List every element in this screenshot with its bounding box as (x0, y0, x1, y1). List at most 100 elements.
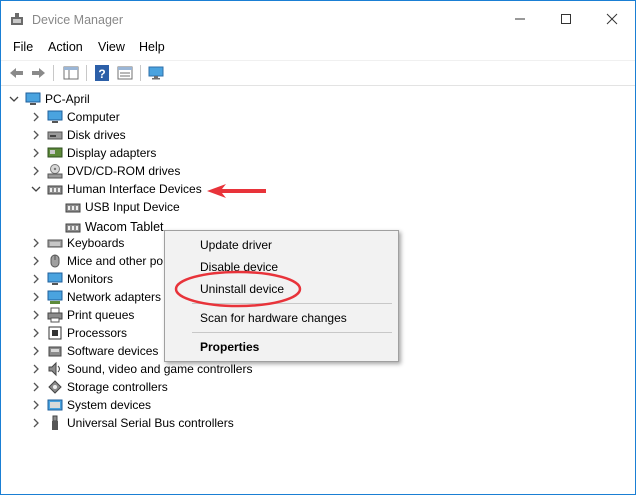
usb-icon (52, 415, 58, 430)
tree-item-label: Monitors (67, 272, 114, 286)
tree-item-disk-drives[interactable]: Disk drives (31, 126, 126, 144)
hid-icon (47, 185, 63, 195)
tree-item-software-devices[interactable]: Software devices (31, 342, 158, 360)
title-bar: Device Manager (1, 1, 635, 37)
context-menu-scan-hardware[interactable]: Scan for hardware changes (200, 311, 347, 325)
chevron-right-icon[interactable] (31, 382, 41, 392)
tree-root[interactable]: PC-April (9, 90, 90, 108)
chevron-down-icon[interactable] (9, 94, 19, 104)
device-manager-window: Device Manager File Action View Help ? P… (0, 0, 636, 495)
chevron-right-icon[interactable] (31, 418, 41, 428)
chevron-right-icon[interactable] (31, 310, 41, 320)
system-device-icon (47, 399, 63, 411)
display-adapter-icon (47, 147, 63, 158)
tree-item-computer[interactable]: Computer (31, 108, 120, 126)
dvd-drive-icon (47, 164, 63, 179)
tree-item-print-queues[interactable]: Print queues (31, 306, 134, 324)
chevron-right-icon[interactable] (31, 364, 41, 374)
tree-item-label: Processors (67, 326, 128, 340)
tree-root-label: PC-April (45, 92, 90, 106)
back-arrow-icon[interactable] (8, 64, 26, 82)
tree-item-sound-video-game[interactable]: Sound, video and game controllers (31, 360, 252, 378)
chevron-right-icon[interactable] (31, 256, 41, 266)
chevron-right-icon[interactable] (31, 328, 41, 338)
menu-action[interactable]: Action (48, 40, 83, 54)
tree-item-usb-input-device[interactable]: USB Input Device (65, 198, 180, 216)
tree-item-storage-controllers[interactable]: Storage controllers (31, 378, 168, 396)
tree-item-label: Universal Serial Bus controllers (67, 416, 234, 430)
tree-item-label: System devices (67, 398, 152, 412)
mouse-icon (50, 254, 60, 268)
toolbar-separator (53, 65, 54, 81)
tree-item-label: Software devices (67, 344, 159, 358)
keyboard-icon (47, 239, 63, 248)
help-icon[interactable]: ? (93, 64, 111, 82)
window-title: Device Manager (32, 13, 124, 27)
tree-item-human-interface-devices[interactable]: Human Interface Devices (31, 180, 202, 198)
toolbar: ? (1, 60, 635, 86)
disk-drive-icon (47, 131, 63, 140)
processor-icon (48, 326, 62, 340)
maximize-icon (561, 14, 571, 24)
chevron-right-icon[interactable] (31, 148, 41, 158)
annotation-arrow-icon (207, 184, 266, 198)
storage-controller-icon (48, 380, 62, 394)
tree-item-display-adapters[interactable]: Display adapters (31, 144, 156, 162)
computer-icon (25, 92, 41, 105)
tree-item-processors[interactable]: Processors (31, 324, 127, 342)
menu-view[interactable]: View (98, 40, 125, 54)
chevron-down-icon[interactable] (31, 184, 41, 194)
tree-item-label: Sound, video and game controllers (67, 362, 253, 376)
tree-item-system-devices[interactable]: System devices (31, 396, 151, 414)
chevron-right-icon[interactable] (31, 112, 41, 122)
hid-icon (65, 203, 81, 213)
tree-item-keyboards[interactable]: Keyboards (31, 234, 124, 252)
tree-item-usb-controllers[interactable]: Universal Serial Bus controllers (31, 414, 234, 432)
tree-item-label: Print queues (67, 308, 135, 322)
software-device-icon (48, 346, 62, 357)
close-icon (606, 13, 618, 25)
speaker-icon (48, 361, 60, 377)
tree-item-label: Keyboards (67, 236, 125, 250)
maximize-button[interactable] (543, 1, 589, 37)
context-menu-separator (192, 332, 392, 333)
tree-item-label: Display adapters (67, 146, 157, 160)
chevron-right-icon[interactable] (31, 346, 41, 356)
tree-item-label: Mice and other po (67, 254, 164, 268)
hid-icon (65, 223, 81, 233)
computer-icon (47, 110, 63, 123)
printer-icon (47, 307, 63, 323)
chevron-right-icon[interactable] (31, 274, 41, 284)
tree-item-label: USB Input Device (85, 200, 180, 214)
tree-item-network-adapters[interactable]: Network adapters (31, 288, 161, 306)
tree-item-label: Network adapters (67, 290, 162, 304)
annotation-ellipse-icon (174, 270, 302, 308)
show-hide-console-tree-icon[interactable] (62, 64, 80, 82)
menu-help[interactable]: Help (139, 40, 165, 54)
context-menu-properties[interactable]: Properties (200, 340, 259, 354)
toolbar-separator (86, 65, 87, 81)
tree-item-label: Disk drives (67, 128, 126, 142)
chevron-right-icon[interactable] (31, 166, 41, 176)
tree-item-monitors[interactable]: Monitors (31, 270, 113, 288)
tree-item-mice[interactable]: Mice and other po (31, 252, 163, 270)
chevron-right-icon[interactable] (31, 292, 41, 302)
monitor-scan-icon[interactable] (147, 64, 165, 82)
tree-item-label: Human Interface Devices (67, 182, 202, 196)
tree-item-label: Storage controllers (67, 380, 168, 394)
chevron-right-icon[interactable] (31, 238, 41, 248)
context-menu-update-driver[interactable]: Update driver (200, 238, 272, 252)
network-adapter-icon (47, 290, 63, 304)
chevron-right-icon[interactable] (31, 130, 41, 140)
tree-item-label: Wacom Tablet (85, 220, 164, 234)
toolbar-separator (140, 65, 141, 81)
tree-item-dvd-cdrom[interactable]: DVD/CD-ROM drives (31, 162, 180, 180)
menu-file[interactable]: File (13, 40, 33, 54)
tree-item-label: DVD/CD-ROM drives (67, 164, 181, 178)
forward-arrow-icon[interactable] (29, 64, 47, 82)
minimize-button[interactable] (497, 1, 543, 37)
chevron-right-icon[interactable] (31, 400, 41, 410)
close-button[interactable] (589, 1, 635, 37)
properties-view-icon[interactable] (116, 64, 134, 82)
svg-text:?: ? (98, 67, 105, 81)
